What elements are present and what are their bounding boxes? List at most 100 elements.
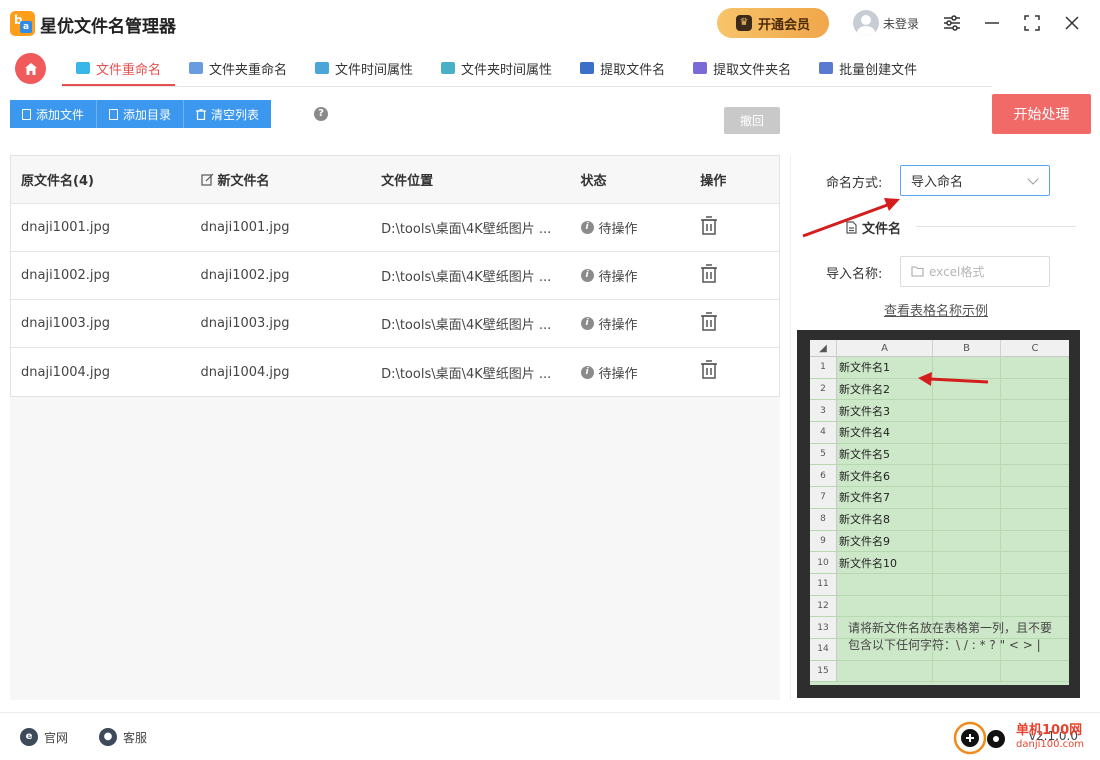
status-text: 待操作 bbox=[598, 366, 638, 382]
row-number: 9 bbox=[810, 530, 837, 552]
extract-filename-icon bbox=[580, 62, 595, 74]
edit-icon bbox=[200, 173, 213, 186]
start-processing-button[interactable]: 开始处理 bbox=[992, 94, 1091, 134]
add-directory-button[interactable]: 添加目录 bbox=[97, 100, 185, 128]
vip-button[interactable]: ♛ 开通会员 bbox=[717, 8, 829, 38]
section-filename-label: 文件名 bbox=[862, 222, 902, 237]
tab-label: 文件重命名 bbox=[96, 62, 162, 78]
sheet-row: 8 新文件名8 bbox=[810, 508, 1069, 531]
home-button[interactable] bbox=[15, 53, 46, 84]
cell-a: 新文件名4 bbox=[837, 422, 933, 443]
naming-method-select[interactable]: 导入命名 bbox=[900, 165, 1050, 196]
status-text: 待操作 bbox=[598, 222, 638, 237]
status-cell: i 待操作 bbox=[571, 363, 691, 382]
tab-folder-time[interactable]: 文件夹时间属性 bbox=[427, 50, 566, 86]
status-cell: i 待操作 bbox=[571, 314, 691, 333]
minimize-icon[interactable] bbox=[981, 12, 1003, 34]
cell-a bbox=[837, 660, 933, 682]
trash-icon bbox=[196, 108, 207, 120]
action-cell bbox=[690, 311, 779, 336]
delete-trash-icon[interactable] bbox=[700, 311, 718, 332]
delete-trash-icon[interactable] bbox=[700, 215, 718, 236]
maximize-icon[interactable] bbox=[1021, 12, 1043, 34]
undo-button[interactable]: 撤回 bbox=[724, 107, 780, 134]
tab-folder-rename[interactable]: 文件夹重命名 bbox=[175, 50, 301, 86]
table-row[interactable]: dnaji1001.jpg dnaji1001.jpg D:\tools\桌面\… bbox=[11, 204, 779, 252]
table-row[interactable]: dnaji1002.jpg dnaji1002.jpg D:\tools\桌面\… bbox=[11, 252, 779, 300]
table-header: 原文件名(4) 新文件名 文件位置 状态 操作 bbox=[11, 156, 779, 204]
document-icon bbox=[846, 221, 857, 234]
cell-a: 新文件名6 bbox=[837, 465, 933, 487]
folder-time-icon bbox=[441, 62, 456, 74]
table-row[interactable]: dnaji1004.jpg dnaji1004.jpg D:\tools\桌面\… bbox=[11, 348, 779, 396]
spreadsheet-example-image: ◢ A B C 1 新文件名1 2 新文件名2 3 新文件名3 4 新文件名4 5 新文件… bbox=[797, 330, 1080, 698]
file-location: D:\tools\桌面\4K壁纸图片 ... bbox=[381, 318, 552, 333]
tab-file-time[interactable]: 文件时间属性 bbox=[301, 50, 427, 86]
folder-icon bbox=[911, 266, 924, 277]
view-example-link[interactable]: 查看表格名称示例 bbox=[884, 300, 988, 319]
watermark-url: danji100.com bbox=[1016, 739, 1084, 750]
tab-extract-foldername[interactable]: 提取文件夹名 bbox=[679, 50, 805, 86]
sheet-col-c: C bbox=[1031, 342, 1039, 354]
info-icon: i bbox=[580, 221, 594, 234]
chat-icon: ● bbox=[99, 728, 117, 746]
sheet-row: 5 新文件名5 bbox=[810, 443, 1069, 466]
import-excel-input[interactable]: excel格式 bbox=[900, 256, 1050, 287]
delete-trash-icon[interactable] bbox=[700, 263, 718, 284]
clear-list-button[interactable]: 清空列表 bbox=[184, 100, 272, 128]
spreadsheet: ◢ A B C 1 新文件名1 2 新文件名2 3 新文件名3 4 新文件名4 5 新文件… bbox=[810, 340, 1069, 685]
tab-label: 文件时间属性 bbox=[335, 62, 414, 78]
row-number: 15 bbox=[810, 660, 837, 682]
login-status[interactable]: 未登录 bbox=[883, 15, 919, 32]
info-icon: i bbox=[580, 317, 594, 330]
avatar[interactable] bbox=[853, 10, 879, 36]
new-name: dnaji1004.jpg bbox=[200, 364, 290, 380]
sheet-row: 11 bbox=[810, 573, 1069, 596]
new-name: dnaji1002.jpg bbox=[200, 268, 290, 283]
crown-icon: ♛ bbox=[735, 15, 752, 31]
settings-sliders-icon[interactable] bbox=[941, 12, 963, 34]
status-cell: i 待操作 bbox=[571, 266, 691, 285]
website-link[interactable]: e 官网 bbox=[20, 728, 68, 746]
row-number: 1 bbox=[810, 357, 837, 378]
home-icon bbox=[24, 62, 37, 75]
cell-a: 新文件名5 bbox=[837, 443, 933, 465]
title-bar: b a 星优文件名管理器 ♛ 开通会员 未登录 bbox=[0, 0, 1100, 48]
help-icon[interactable]: ? bbox=[314, 107, 328, 121]
file-location: D:\tools\桌面\4K壁纸图片 ... bbox=[381, 270, 552, 285]
action-cell bbox=[690, 360, 779, 384]
import-placeholder: excel格式 bbox=[929, 265, 985, 279]
file-list-area: 原文件名(4) 新文件名 文件位置 状态 操作 dnaji1001.jpg dn… bbox=[10, 155, 780, 700]
header-location: 文件位置 bbox=[381, 174, 434, 189]
header-new-name-label: 新文件名 bbox=[217, 174, 270, 189]
row-number: 14 bbox=[810, 638, 837, 660]
delete-trash-icon[interactable] bbox=[700, 360, 718, 380]
status-cell: i 待操作 bbox=[571, 218, 691, 237]
new-name: dnaji1003.jpg bbox=[200, 316, 290, 331]
cell-a: 新文件名9 bbox=[837, 530, 933, 552]
naming-method-value: 导入命名 bbox=[911, 175, 964, 190]
app-logo-icon: b a bbox=[10, 11, 35, 36]
customer-service-link[interactable]: ● 客服 bbox=[99, 728, 147, 746]
table-row[interactable]: dnaji1003.jpg dnaji1003.jpg D:\tools\桌面\… bbox=[11, 300, 779, 348]
add-file-button[interactable]: 添加文件 bbox=[10, 100, 98, 128]
sheet-row: 6 新文件名6 bbox=[810, 465, 1069, 488]
cell-a bbox=[837, 573, 933, 595]
tab-extract-filename[interactable]: 提取文件名 bbox=[566, 50, 679, 86]
watermark-badge-icon bbox=[953, 721, 1005, 755]
section-filename: 文件名 bbox=[846, 218, 901, 237]
sheet-row: 1 新文件名1 bbox=[810, 357, 1069, 379]
header-new-name: 新文件名 bbox=[191, 170, 372, 189]
ie-icon: e bbox=[20, 728, 38, 746]
close-icon[interactable] bbox=[1061, 12, 1083, 34]
sheet-col-b: B bbox=[933, 340, 1001, 356]
row-number: 5 bbox=[810, 443, 837, 465]
action-cell bbox=[690, 215, 779, 240]
tab-batch-create[interactable]: 批量创建文件 bbox=[805, 50, 931, 86]
sheet-row: 2 新文件名2 bbox=[810, 378, 1069, 401]
tab-file-rename[interactable]: 文件重命名 bbox=[62, 50, 176, 86]
sheet-row: 4 新文件名4 bbox=[810, 422, 1069, 444]
watermark-logo: 单机100网 danji100.com bbox=[952, 718, 1092, 758]
row-number: 3 bbox=[810, 400, 837, 422]
cell-a: 新文件名3 bbox=[837, 400, 933, 422]
